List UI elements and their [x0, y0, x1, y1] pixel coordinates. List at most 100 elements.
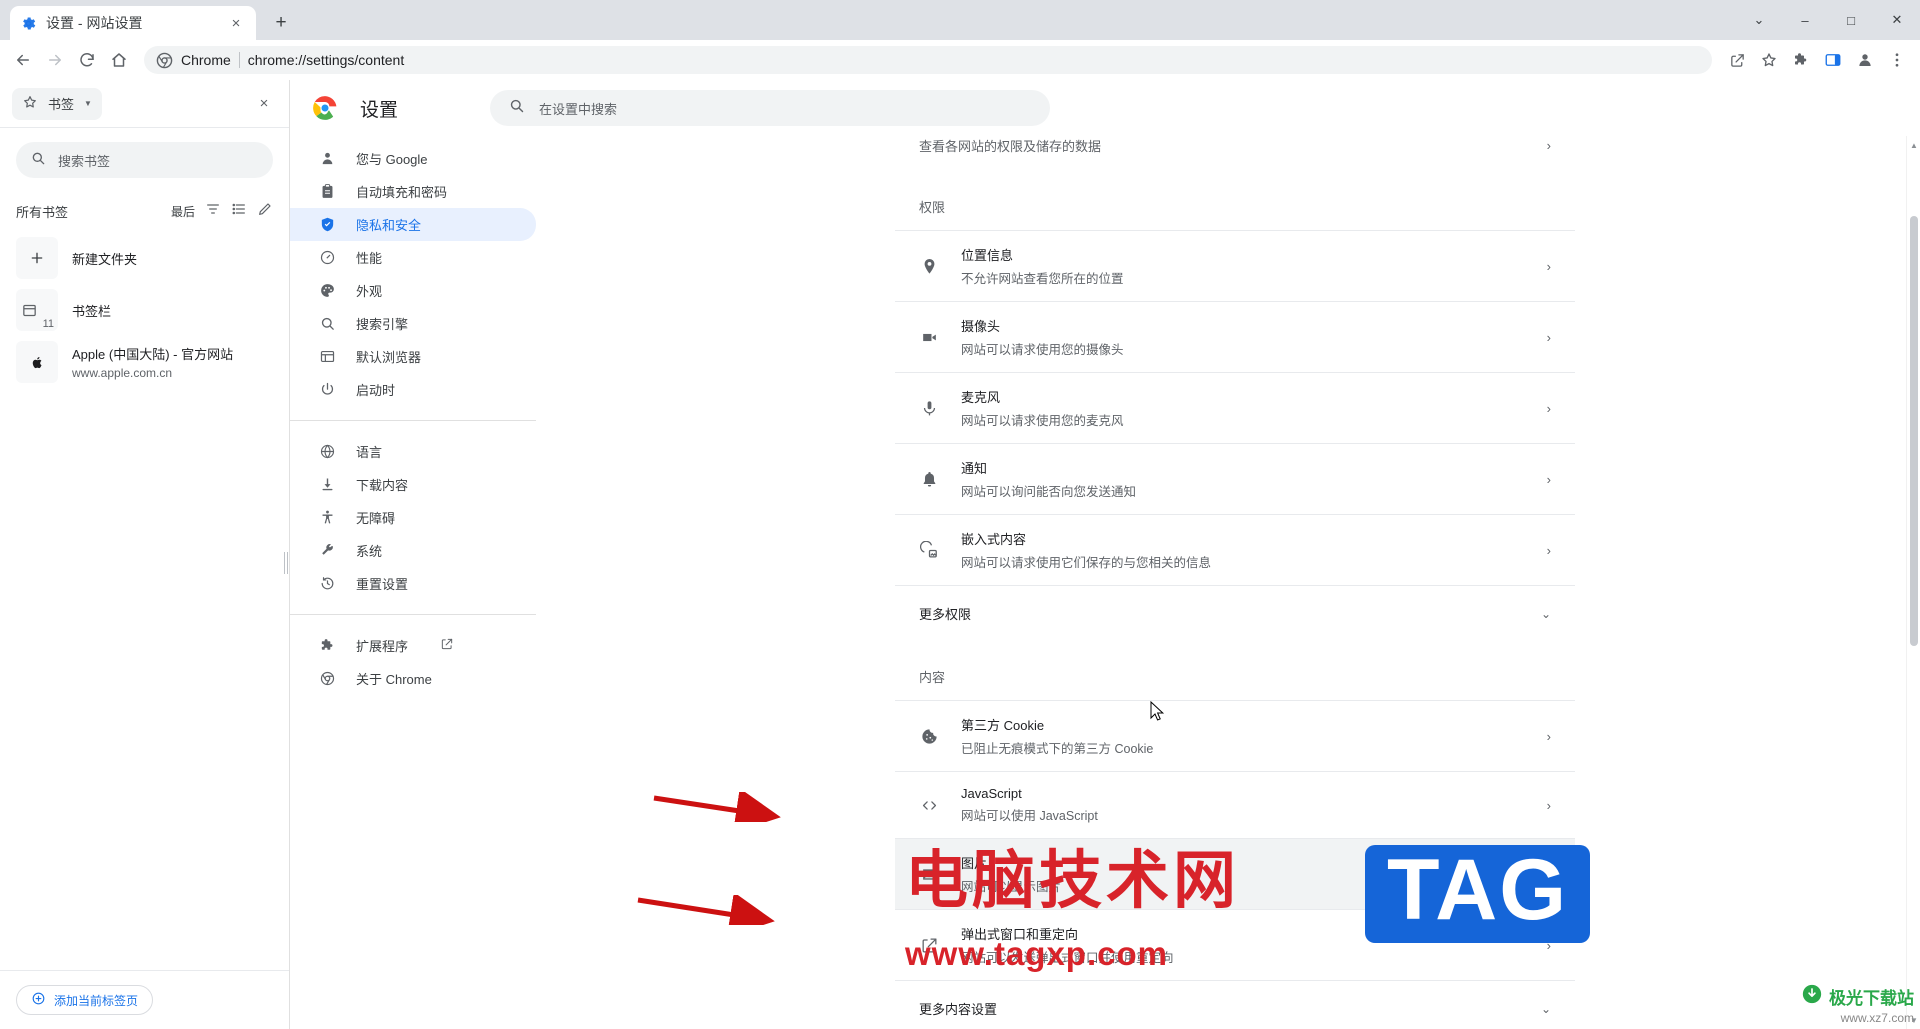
- more-permissions-row[interactable]: 更多权限 ⌄: [895, 585, 1575, 641]
- globe-icon: [318, 443, 336, 461]
- sidebar-item-on-startup[interactable]: 启动时: [290, 373, 536, 406]
- tab-strip: 设置 - 网站设置 × +: [0, 0, 298, 40]
- content-row-javascript[interactable]: JavaScript 网站可以使用 JavaScript ›: [895, 771, 1575, 838]
- content-subtitle: 网站可以显示图片: [961, 880, 1062, 894]
- chrome-logo-icon: [156, 52, 173, 69]
- sidebar-item-system[interactable]: 系统: [290, 534, 536, 567]
- content-row-images[interactable]: 图片 网站可以显示图片 ›: [895, 838, 1575, 909]
- address-bar[interactable]: Chrome chrome://settings/content: [144, 46, 1712, 74]
- content-subtitle: 网站可以发送弹出式窗口并使用重定向: [961, 951, 1174, 965]
- sidebar-item-extensions[interactable]: 扩展程序: [290, 629, 536, 662]
- new-tab-button[interactable]: +: [264, 6, 298, 40]
- list-item[interactable]: 11 书签栏: [0, 284, 289, 336]
- list-item-title: Apple (中国大陆) - 官方网站: [72, 347, 234, 362]
- sidebar-item-privacy-security[interactable]: 隐私和安全: [290, 208, 536, 241]
- share-icon[interactable]: [1722, 45, 1752, 75]
- sidebar-item-accessibility[interactable]: 无障碍: [290, 501, 536, 534]
- cookie-icon: [919, 726, 939, 746]
- sidebar-item-appearance[interactable]: 外观: [290, 274, 536, 307]
- star-icon[interactable]: [1754, 45, 1784, 75]
- history-icon: [318, 575, 336, 593]
- permission-row-microphone[interactable]: 麦克风 网站可以请求使用您的麦克风 ›: [895, 372, 1575, 443]
- clipboard-icon: [318, 183, 336, 201]
- profile-icon[interactable]: [1850, 45, 1880, 75]
- settings-search-placeholder: 在设置中搜索: [539, 101, 618, 117]
- sidebar-item-label: 外观: [356, 284, 383, 299]
- permission-row-location[interactable]: 位置信息 不允许网站查看您所在的位置 ›: [895, 230, 1575, 301]
- more-content-settings-row[interactable]: 更多内容设置 ⌄: [895, 980, 1575, 1029]
- content-text: 弹出式窗口和重定向 网站可以发送弹出式窗口并使用重定向: [961, 924, 1525, 966]
- sidebar-item-about-chrome[interactable]: 关于 Chrome: [290, 662, 536, 695]
- side-panel-chip-label: 书签: [48, 97, 75, 112]
- settings-scrollbar[interactable]: ▲ ▼: [1906, 136, 1920, 1029]
- palette-icon: [318, 282, 336, 300]
- bookmark-search-input[interactable]: 搜索书签: [16, 142, 273, 178]
- page-title: 设置: [360, 99, 399, 121]
- download-icon: [318, 476, 336, 494]
- popup-icon: [919, 935, 939, 955]
- permission-row-notifications[interactable]: 通知 网站可以询问能否向您发送通知 ›: [895, 443, 1575, 514]
- sidebar-item-search-engine[interactable]: 搜索引擎: [290, 307, 536, 340]
- sidebar-item-label: 您与 Google: [356, 152, 428, 167]
- chevron-down-icon[interactable]: ⌄: [1736, 0, 1782, 40]
- settings-search-input[interactable]: 在设置中搜索: [490, 90, 1051, 126]
- edit-icon[interactable]: [257, 201, 273, 222]
- bookmark-list-tools: 最后: [171, 201, 273, 222]
- sidebar-item-you-and-google[interactable]: 您与 Google: [290, 142, 536, 175]
- chevron-down-icon: ⌄: [1540, 606, 1551, 621]
- site-data-row-label: 查看各网站的权限及储存的数据: [919, 139, 1102, 154]
- panel-resize-handle[interactable]: [284, 552, 288, 574]
- sidebar-item-label: 性能: [356, 251, 383, 266]
- list-item[interactable]: Apple (中国大陆) - 官方网站 www.apple.com.cn: [0, 336, 289, 388]
- list-item-subtitle: www.apple.com.cn: [72, 366, 173, 380]
- scroll-up-icon[interactable]: ▲: [1907, 138, 1920, 152]
- content-title: JavaScript: [961, 786, 1022, 801]
- omnibox-url[interactable]: chrome://settings/content: [248, 52, 404, 68]
- side-panel-selector[interactable]: 书签 ▼: [12, 87, 102, 120]
- maximize-button[interactable]: □: [1828, 0, 1874, 40]
- sidebar-item-languages[interactable]: 语言: [290, 435, 536, 468]
- close-icon[interactable]: ×: [226, 13, 246, 33]
- chevron-down-icon[interactable]: ▼: [84, 99, 92, 108]
- chevron-right-icon: ›: [1546, 866, 1551, 882]
- scrollbar-thumb[interactable]: [1910, 216, 1918, 646]
- sidebar-item-autofill[interactable]: 自动填充和密码: [290, 175, 536, 208]
- sort-label[interactable]: 最后: [171, 203, 195, 220]
- kebab-menu-icon[interactable]: [1882, 45, 1912, 75]
- permission-row-embedded-content[interactable]: 嵌入式内容 网站可以请求使用它们保存的与您相关的信息 ›: [895, 514, 1575, 585]
- chevron-down-icon: ⌄: [1540, 1001, 1551, 1016]
- filter-icon[interactable]: [205, 201, 221, 222]
- puzzle-icon[interactable]: [1786, 45, 1816, 75]
- reload-icon[interactable]: [72, 45, 102, 75]
- add-current-tab-button[interactable]: 添加当前标签页: [16, 985, 154, 1015]
- sidebar-item-downloads[interactable]: 下载内容: [290, 468, 536, 501]
- side-panel-icon[interactable]: [1818, 45, 1848, 75]
- sidebar-item-default-browser[interactable]: 默认浏览器: [290, 340, 536, 373]
- sidebar-item-label: 默认浏览器: [356, 350, 422, 365]
- browser-tab[interactable]: 设置 - 网站设置 ×: [10, 6, 256, 40]
- list-view-icon[interactable]: [231, 201, 247, 222]
- sidebar-item-label: 自动填充和密码: [356, 185, 448, 200]
- permission-row-camera[interactable]: 摄像头 网站可以请求使用您的摄像头 ›: [895, 301, 1575, 372]
- permission-text: 通知 网站可以询问能否向您发送通知: [961, 458, 1525, 500]
- minimize-button[interactable]: –: [1782, 0, 1828, 40]
- list-item[interactable]: 新建文件夹: [0, 232, 289, 284]
- close-icon[interactable]: ×: [251, 91, 277, 117]
- content-title: 图片: [961, 856, 988, 871]
- home-icon[interactable]: [104, 45, 134, 75]
- titlebar: 设置 - 网站设置 × + ⌄ – □ ✕: [0, 0, 1920, 40]
- folder-count: 11: [42, 318, 54, 330]
- sidebar-item-performance[interactable]: 性能: [290, 241, 536, 274]
- permission-subtitle: 网站可以请求使用您的摄像头: [961, 343, 1124, 357]
- sidebar-item-reset-settings[interactable]: 重置设置: [290, 567, 536, 600]
- close-window-button[interactable]: ✕: [1874, 0, 1920, 40]
- content-row-third-party-cookie[interactable]: 第三方 Cookie 已阻止无痕模式下的第三方 Cookie ›: [895, 700, 1575, 771]
- back-icon[interactable]: [8, 45, 38, 75]
- forward-icon[interactable]: [40, 45, 70, 75]
- sidebar-item-label: 语言: [356, 445, 383, 460]
- permission-text: 嵌入式内容 网站可以请求使用它们保存的与您相关的信息: [961, 529, 1525, 571]
- permission-subtitle: 不允许网站查看您所在的位置: [961, 272, 1124, 286]
- content-row-popups[interactable]: 弹出式窗口和重定向 网站可以发送弹出式窗口并使用重定向 ›: [895, 909, 1575, 980]
- settings-body: 您与 Google 自动填充和密码 隐私和安全 性能 外观 搜索引擎 默认浏览器…: [290, 136, 1920, 1029]
- site-data-row-partial[interactable]: 查看各网站的权限及储存的数据 ›: [895, 136, 1575, 171]
